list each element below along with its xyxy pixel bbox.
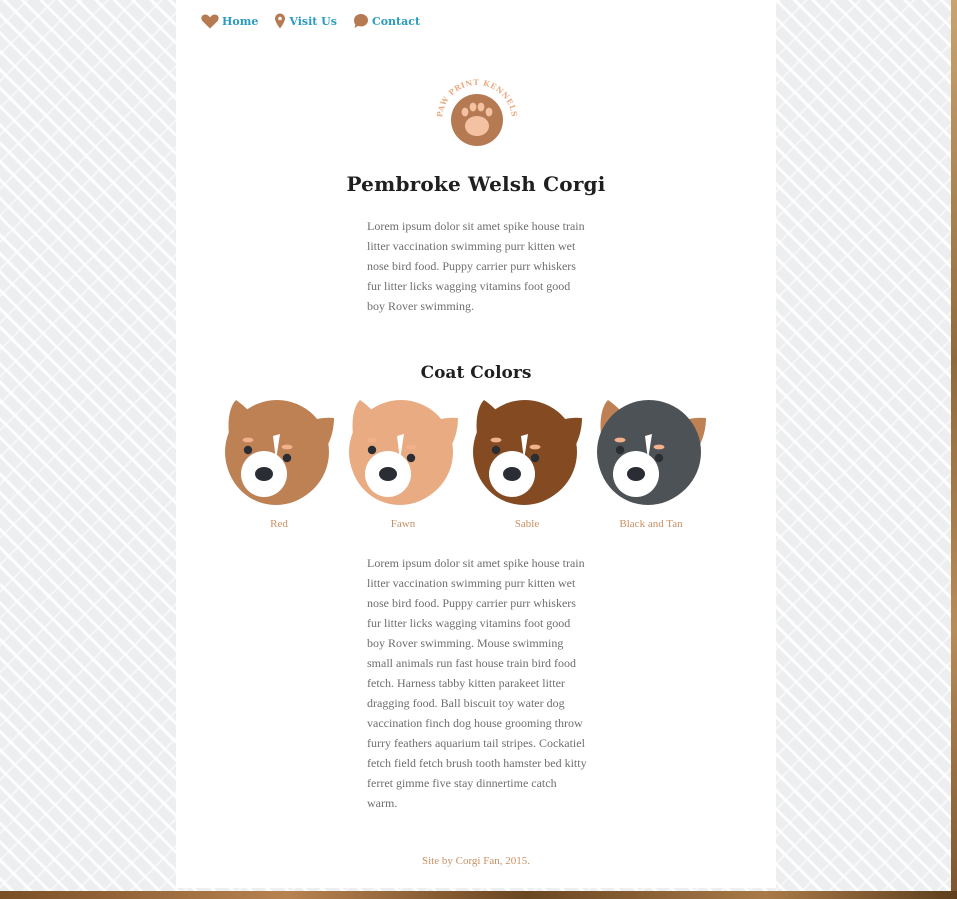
nav-visit-us-link[interactable]: Visit Us	[274, 13, 337, 29]
nav-visit-us-label: Visit Us	[289, 14, 337, 28]
nav-contact-link[interactable]: Contact	[353, 13, 420, 29]
coat-color-red[interactable]: Red	[224, 398, 334, 538]
coat-color-label: Black and Tan	[619, 518, 683, 530]
coat-color-sable[interactable]: Sable	[472, 398, 582, 538]
page-container: Home Visit Us Contact PAW PRINT KENNELS …	[176, 0, 776, 888]
nav-contact-label: Contact	[371, 14, 421, 28]
nav-home-link[interactable]: Home	[201, 14, 258, 29]
coat-colors-heading: Coat Colors	[420, 363, 532, 383]
coat-color-fawn[interactable]: Fawn	[348, 398, 458, 538]
top-nav: Home Visit Us Contact	[201, 10, 436, 32]
coat-colors-paragraph: Lorem ipsum dolor sit amet spike house t…	[367, 556, 587, 810]
coat-color-label: Fawn	[390, 518, 416, 530]
corgi-black-and-tan-icon	[597, 400, 706, 505]
speech-bubble-icon	[353, 13, 369, 29]
paw-print-kennels-logo: PAW PRINT KENNELS	[434, 76, 520, 152]
corgi-fawn-icon	[349, 400, 458, 505]
footer-credit: Site by Corgi Fan, 2015.	[422, 855, 530, 867]
coat-color-label: Red	[270, 518, 288, 530]
corgi-red-icon	[225, 400, 334, 505]
page-title: Pembroke Welsh Corgi	[346, 172, 606, 196]
coat-colors-list: Red Fawn Sable Black and Tan	[224, 398, 744, 538]
nav-home-label: Home	[222, 14, 259, 28]
map-pin-icon	[274, 13, 286, 29]
background-photo-edge-right	[951, 0, 957, 899]
intro-paragraph: Lorem ipsum dolor sit amet spike house t…	[367, 219, 585, 313]
heart-icon	[201, 14, 219, 29]
background-photo-edge-bottom	[0, 891, 957, 899]
corgi-sable-icon	[473, 400, 582, 505]
coat-color-label: Sable	[514, 518, 540, 530]
coat-color-black-and-tan[interactable]: Black and Tan	[596, 398, 706, 538]
